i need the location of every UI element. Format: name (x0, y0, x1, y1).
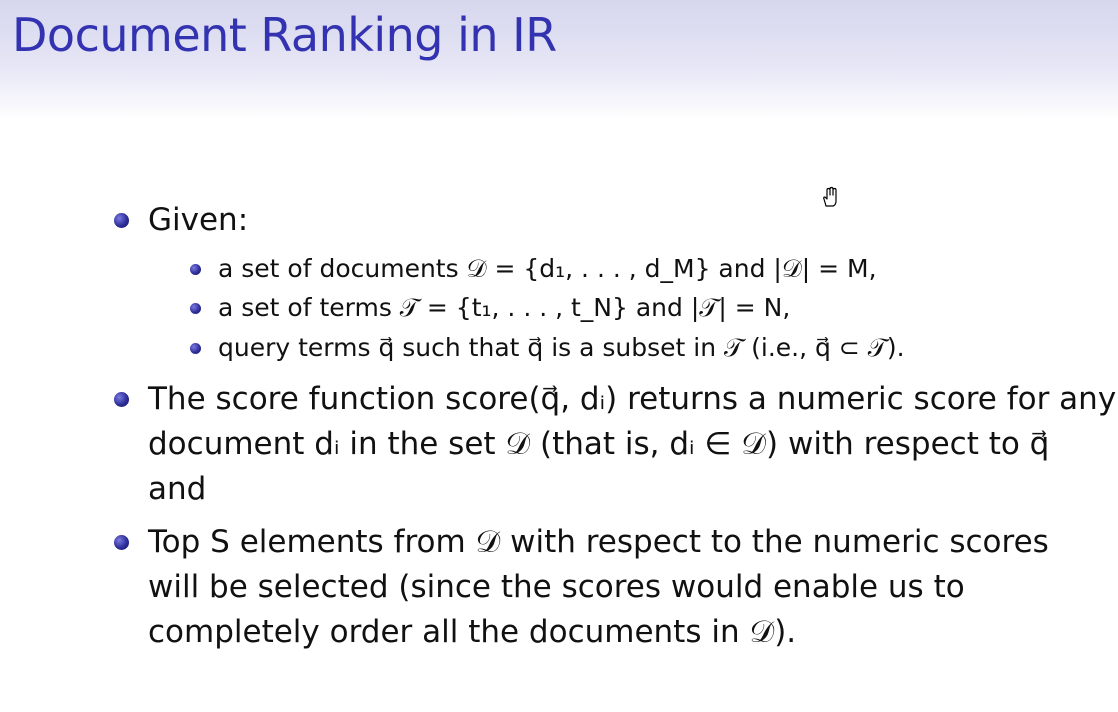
bullet-marker (114, 213, 129, 228)
bullet-marker (114, 535, 129, 550)
title-bar: Document Ranking in IR (0, 0, 1118, 120)
sub-bullet-text: query terms q⃗ such that q⃗ is a subset … (218, 333, 905, 362)
bullet-text: Top S elements from 𝒟 with respect to th… (148, 524, 1049, 560)
sub-bullet-item: a set of terms 𝒯 = {t₁, . . . , t_N} and… (218, 291, 790, 325)
sub-bullet-text: a set of documents 𝒟 = {d₁, . . . , d_M}… (218, 254, 877, 283)
bullet-text: The score function score(q⃗, dᵢ) returns… (148, 381, 1117, 417)
sub-bullet-marker (190, 343, 201, 354)
bullet-item: Given: (148, 198, 248, 243)
sub-bullet-marker (190, 264, 201, 275)
sub-bullet-text: a set of terms 𝒯 = {t₁, . . . , t_N} and… (218, 293, 791, 322)
sub-bullet-item: query terms q⃗ such that q⃗ is a subset … (218, 331, 905, 365)
sub-bullet-item: a set of documents 𝒟 = {d₁, . . . , d_M}… (218, 252, 877, 286)
slide-title: Document Ranking in IR (12, 8, 557, 62)
bullet-text: Given: (148, 202, 249, 238)
bullet-item: The score function score(q⃗, dᵢ) returns… (148, 377, 1116, 512)
bullet-text: completely order all the documents in 𝒟)… (148, 614, 797, 650)
sub-bullet-marker (190, 303, 201, 314)
hand-cursor-icon (823, 186, 837, 207)
bullet-text: will be selected (since the scores would… (148, 569, 965, 605)
slide: Document Ranking in IR Given: a set of d… (0, 0, 1118, 712)
bullet-marker (114, 392, 129, 407)
bullet-item: Top S elements from 𝒟 with respect to th… (148, 520, 1049, 655)
bullet-text: and (148, 471, 207, 507)
bullet-text: document dᵢ in the set 𝒟 (that is, dᵢ ∈ … (148, 426, 1050, 462)
